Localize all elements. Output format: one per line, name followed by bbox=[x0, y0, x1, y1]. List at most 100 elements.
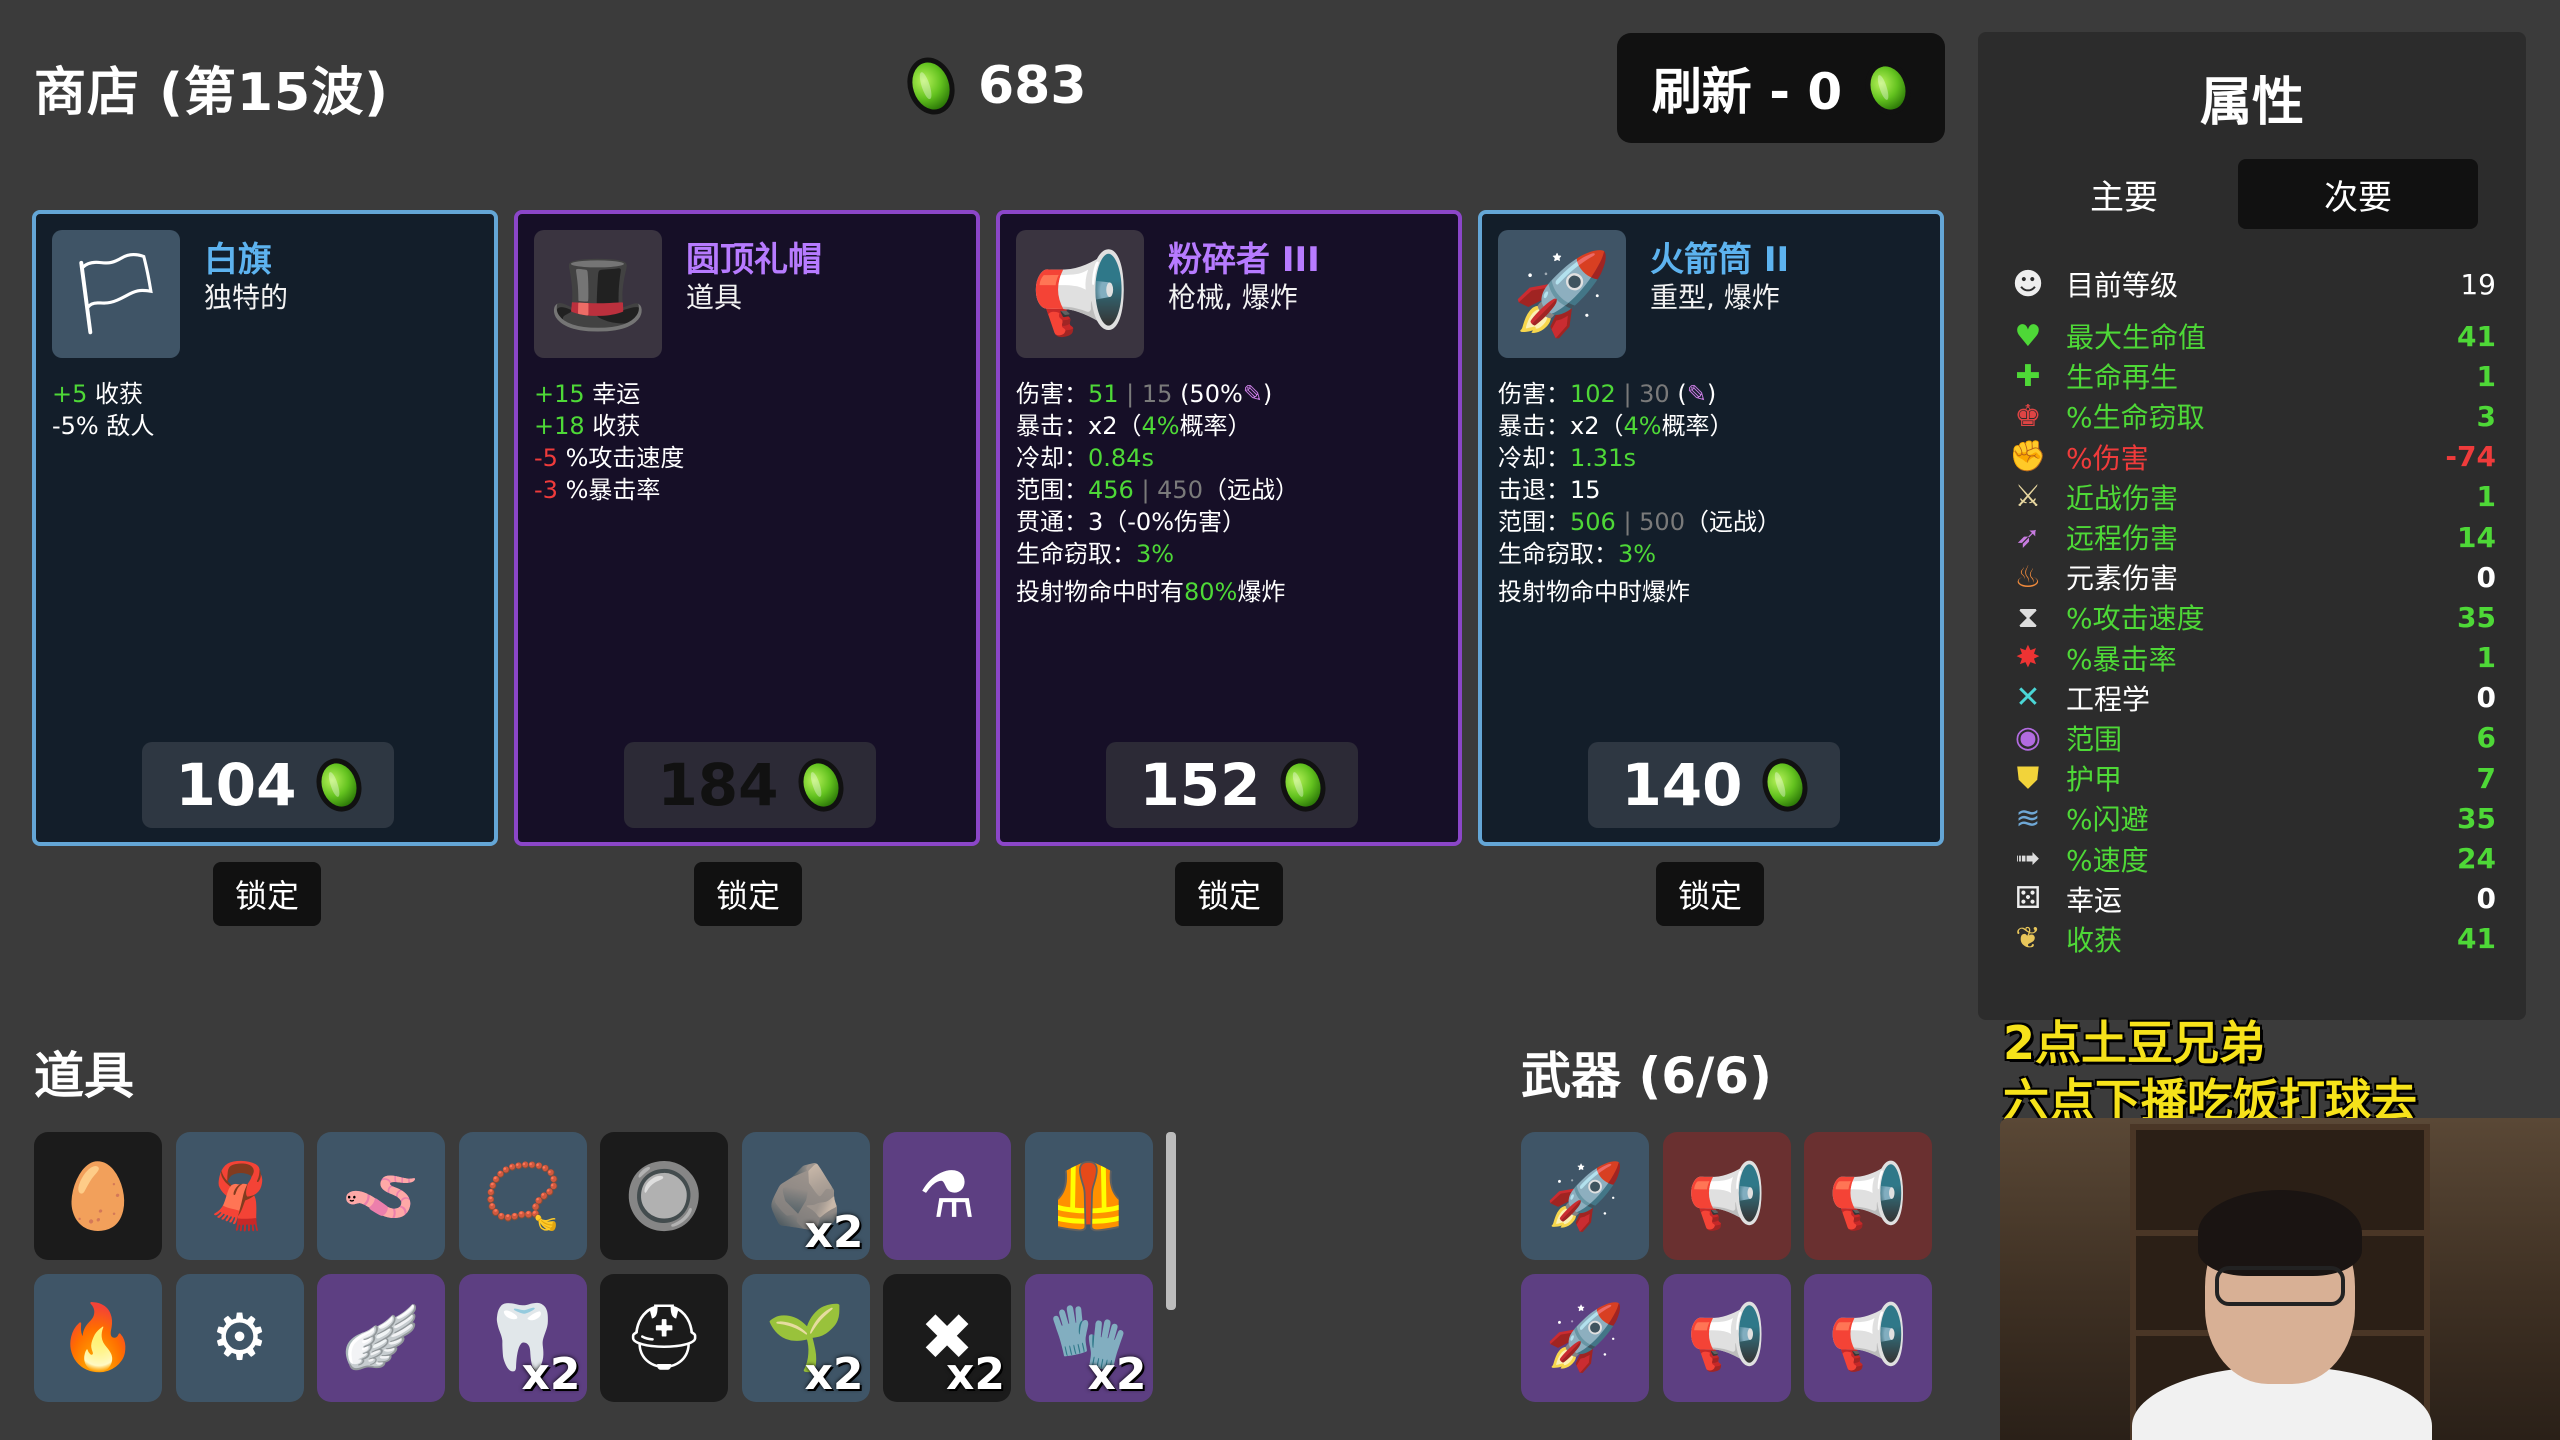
weapon-slot[interactable]: 📢 bbox=[1662, 1273, 1791, 1402]
bowler-hat-icon: 🎩 bbox=[534, 230, 662, 358]
stat-value: 41 bbox=[2457, 319, 2496, 353]
tab-primary[interactable]: 主要 bbox=[2004, 159, 2244, 229]
item-slot[interactable]: ✖ x2 bbox=[883, 1273, 1011, 1402]
stat-line: 范围：506 | 500（远战） bbox=[1498, 506, 1781, 538]
stat-text: 伤害： bbox=[1016, 380, 1088, 408]
armor-vest-icon: 🦺 bbox=[1048, 1159, 1129, 1234]
stat-label: %暴击率 bbox=[2066, 642, 2177, 676]
stat-row[interactable]: ⧗ %攻击速度 35 bbox=[2008, 597, 2496, 637]
lock-button-4[interactable]: 锁定 bbox=[1656, 862, 1764, 926]
item-slot[interactable]: ⚗ bbox=[883, 1132, 1011, 1260]
stat-text: +15 bbox=[534, 380, 585, 408]
item-slot[interactable]: 🦺 bbox=[1024, 1132, 1153, 1260]
shop-card-4[interactable]: 🚀 火箭筒 II 重型, 爆炸 伤害：102 | 30 (✎) 暴击：x2（4%概… bbox=[1478, 210, 1944, 846]
stat-text: 456 bbox=[1088, 476, 1134, 504]
stat-line: +18 收获 bbox=[534, 410, 684, 442]
stat-row[interactable]: ⛊ 护甲 7 bbox=[2008, 758, 2496, 798]
weapon-slot[interactable]: 📢 bbox=[1662, 1132, 1791, 1260]
buy-button[interactable]: 184 bbox=[624, 742, 876, 828]
stat-row[interactable]: ♚ %生命窃取 3 bbox=[2008, 396, 2496, 436]
item-slot[interactable]: 🪱 bbox=[317, 1132, 445, 1260]
ranged-damage-icon: ✎ bbox=[1242, 380, 1263, 408]
buy-button[interactable]: 140 bbox=[1588, 742, 1840, 828]
item-slot[interactable]: 🧤 x2 bbox=[1024, 1273, 1153, 1402]
stat-text: 投射物命中时有 bbox=[1016, 578, 1184, 606]
weapon-slot[interactable]: 🚀 bbox=[1521, 1273, 1649, 1402]
stat-text: 生命窃取： bbox=[1498, 540, 1618, 568]
shop-card-1[interactable]: 🏳 白旗 独特的 +5 收获 -5% 敌人 104 bbox=[32, 210, 498, 846]
card-type: 枪械, 爆炸 bbox=[1168, 281, 1298, 314]
dodge-icon: ≋ bbox=[2015, 800, 2041, 836]
weapon-slot[interactable]: 🚀 bbox=[1521, 1132, 1649, 1260]
overlay-line-1: 2点土豆兄弟 bbox=[2003, 1016, 2266, 1070]
webcam-feed bbox=[2000, 1118, 2560, 1440]
stat-row[interactable]: ✚ 生命再生 1 bbox=[2008, 356, 2496, 396]
item-quantity: x2 bbox=[521, 1348, 581, 1400]
stat-row[interactable]: ♥ 最大生命值 41 bbox=[2008, 316, 2496, 356]
reroll-button[interactable]: 刷新 - 0 bbox=[1617, 33, 1945, 143]
item-slot[interactable]: 🪨 x2 bbox=[741, 1132, 870, 1260]
item-slot[interactable]: 🔥 bbox=[34, 1273, 162, 1402]
item-slot[interactable]: ⛑ bbox=[600, 1273, 728, 1402]
lock-button-3[interactable]: 锁定 bbox=[1175, 862, 1283, 926]
stat-value: 1 bbox=[2476, 359, 2496, 393]
item-slot[interactable]: ⚙ bbox=[175, 1273, 304, 1402]
buy-button[interactable]: 104 bbox=[142, 742, 394, 828]
material-coin-icon bbox=[309, 752, 368, 818]
scarf-icon: 🧣 bbox=[199, 1159, 280, 1234]
weapons-section-title: 武器 (6/6) bbox=[1521, 1047, 1772, 1105]
stat-value: 7 bbox=[2476, 761, 2496, 795]
stat-text: %攻击速度 bbox=[557, 444, 685, 472]
lock-button-2[interactable]: 锁定 bbox=[694, 862, 802, 926]
stat-value: 3 bbox=[2476, 399, 2496, 433]
item-slot[interactable]: 🪽 bbox=[317, 1273, 445, 1402]
item-slot[interactable]: 🧣 bbox=[175, 1132, 304, 1260]
stat-label: 收获 bbox=[2066, 923, 2123, 957]
stat-text: -3 bbox=[534, 476, 558, 504]
stat-row[interactable]: ≋ %闪避 35 bbox=[2008, 798, 2496, 838]
wheat-icon: ❦ bbox=[2015, 921, 2041, 957]
stat-text: 3% bbox=[1136, 540, 1175, 568]
shop-card-3[interactable]: 📢 粉碎者 III 枪械, 爆炸 伤害：51 | 15 (50%✎) 暴击：x2（… bbox=[996, 210, 1462, 846]
streamer-hair bbox=[2198, 1190, 2362, 1276]
stat-value: 35 bbox=[2457, 801, 2496, 835]
material-coin-icon bbox=[1755, 752, 1814, 818]
amulet-icon: 📿 bbox=[482, 1159, 563, 1234]
stat-text: 概率） bbox=[1179, 412, 1252, 440]
stat-text: 暴击：x2（ bbox=[1016, 412, 1142, 440]
weapon-slot[interactable]: 📢 bbox=[1804, 1273, 1932, 1402]
stat-row[interactable]: ➶ 远程伤害 14 bbox=[2008, 517, 2496, 557]
stat-text: 102 bbox=[1570, 380, 1616, 408]
stat-line: +15 幸运 bbox=[534, 378, 684, 410]
stat-row[interactable]: ❦ 收获 41 bbox=[2008, 919, 2496, 959]
item-slot[interactable]: 🦷 x2 bbox=[458, 1273, 587, 1402]
item-slot[interactable]: 🔘 bbox=[600, 1132, 728, 1260]
rocket-launcher-icon: 🚀 bbox=[1498, 230, 1626, 358]
stat-row[interactable]: ◉ 范围 6 bbox=[2008, 718, 2496, 758]
stat-row[interactable]: ⚔ 近战伤害 1 bbox=[2008, 477, 2496, 517]
stat-text: ( bbox=[1669, 380, 1687, 408]
shop-card-2[interactable]: 🎩 圆顶礼帽 道具 +15 幸运 +18 收获 -5 %攻击速度 -3 %暴击率 18… bbox=[514, 210, 980, 846]
stat-row[interactable]: ✊ %伤害 -74 bbox=[2008, 437, 2496, 477]
stat-row[interactable]: ➟ %速度 24 bbox=[2008, 838, 2496, 878]
items-scrollbar[interactable] bbox=[1166, 1132, 1176, 1310]
stat-text: 3% bbox=[1618, 540, 1657, 568]
buy-button[interactable]: 152 bbox=[1106, 742, 1358, 828]
price-value: 140 bbox=[1621, 751, 1743, 819]
stat-row[interactable]: ✸ %暴击率 1 bbox=[2008, 638, 2496, 678]
stat-text: 幸运 bbox=[584, 380, 641, 408]
tab-secondary[interactable]: 次要 bbox=[2238, 159, 2478, 229]
range-icon: ◉ bbox=[2014, 720, 2042, 756]
lock-button-1[interactable]: 锁定 bbox=[213, 862, 321, 926]
level-row: ☻ 目前等级 19 bbox=[2008, 264, 2496, 304]
item-slot[interactable]: 🌱 x2 bbox=[741, 1273, 870, 1402]
stat-text: | 15 bbox=[1118, 380, 1173, 408]
stat-row[interactable]: ⚄ 幸运 0 bbox=[2008, 879, 2496, 919]
stat-row[interactable]: ✕ 工程学 0 bbox=[2008, 678, 2496, 718]
item-slot[interactable]: 📿 bbox=[458, 1132, 587, 1260]
attributes-panel: 属性 主要 次要 ☻ 目前等级 19 ♥ 最大生命值 41 ✚ 生命再生 1 ♚ %生命窃取 3… bbox=[1978, 32, 2526, 1020]
item-slot[interactable]: 🥚 bbox=[34, 1132, 162, 1260]
egg-mask-icon: 🥚 bbox=[58, 1159, 138, 1234]
stat-row[interactable]: ♨ 元素伤害 0 bbox=[2008, 557, 2496, 597]
weapon-slot[interactable]: 📢 bbox=[1804, 1132, 1932, 1260]
